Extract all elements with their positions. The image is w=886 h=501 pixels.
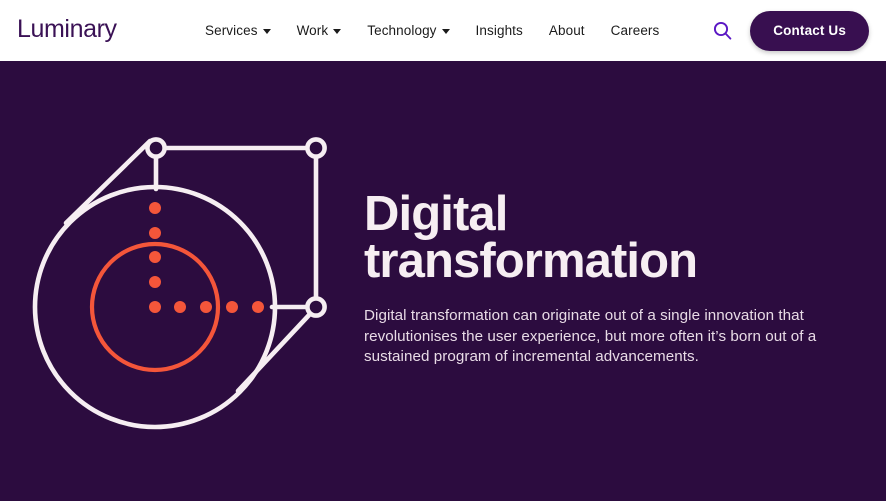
logo-luminary[interactable]: Luminary bbox=[17, 12, 117, 46]
header-actions: Contact Us bbox=[710, 0, 869, 61]
nav-item-about[interactable]: About bbox=[549, 17, 597, 45]
chevron-down-icon bbox=[262, 29, 271, 34]
nav-item-insights[interactable]: Insights bbox=[476, 17, 535, 45]
hero-section: Digital transformation Digital transform… bbox=[0, 61, 886, 501]
graph-nodes bbox=[145, 137, 327, 318]
horizontal-dot-track bbox=[174, 301, 264, 313]
connector-lines bbox=[63, 138, 319, 394]
hero-title-line-1: Digital bbox=[364, 187, 508, 241]
search-button[interactable] bbox=[710, 19, 734, 43]
inner-orbit-circle bbox=[89, 241, 221, 373]
node-top-right bbox=[305, 137, 327, 159]
nav-item-services[interactable]: Services bbox=[205, 17, 283, 45]
hero-copy: Digital transformation Digital transform… bbox=[364, 190, 834, 368]
nav-item-label: Technology bbox=[367, 22, 437, 38]
hero-title-line-2: transformation bbox=[364, 234, 698, 288]
nav-item-label: Insights bbox=[475, 22, 523, 38]
node-right bbox=[305, 296, 327, 318]
contact-us-button[interactable]: Contact Us bbox=[750, 10, 869, 51]
page-title: Digital transformation bbox=[364, 190, 764, 288]
search-icon bbox=[713, 21, 732, 40]
outer-orbit-circle bbox=[32, 184, 278, 430]
nav-item-label: Careers bbox=[610, 22, 660, 38]
nav-item-label: About bbox=[548, 22, 585, 38]
nav-item-label: Work bbox=[296, 22, 329, 38]
network-orbit-illustration bbox=[32, 137, 327, 430]
page-root: Luminary Services Work Technology Insigh… bbox=[0, 0, 886, 501]
main-navigation: Services Work Technology Insights About … bbox=[205, 0, 671, 61]
node-top-left bbox=[145, 137, 167, 159]
nav-item-label: Services bbox=[205, 22, 258, 38]
chevron-down-icon bbox=[441, 29, 450, 34]
nav-item-technology[interactable]: Technology bbox=[367, 17, 461, 45]
chevron-down-icon bbox=[333, 29, 342, 34]
nav-item-careers[interactable]: Careers bbox=[611, 17, 672, 45]
vertical-dot-track bbox=[149, 202, 161, 313]
nav-item-work[interactable]: Work bbox=[297, 17, 354, 45]
hero-description: Digital transformation can originate out… bbox=[364, 307, 817, 365]
site-header: Luminary Services Work Technology Insigh… bbox=[0, 0, 886, 61]
